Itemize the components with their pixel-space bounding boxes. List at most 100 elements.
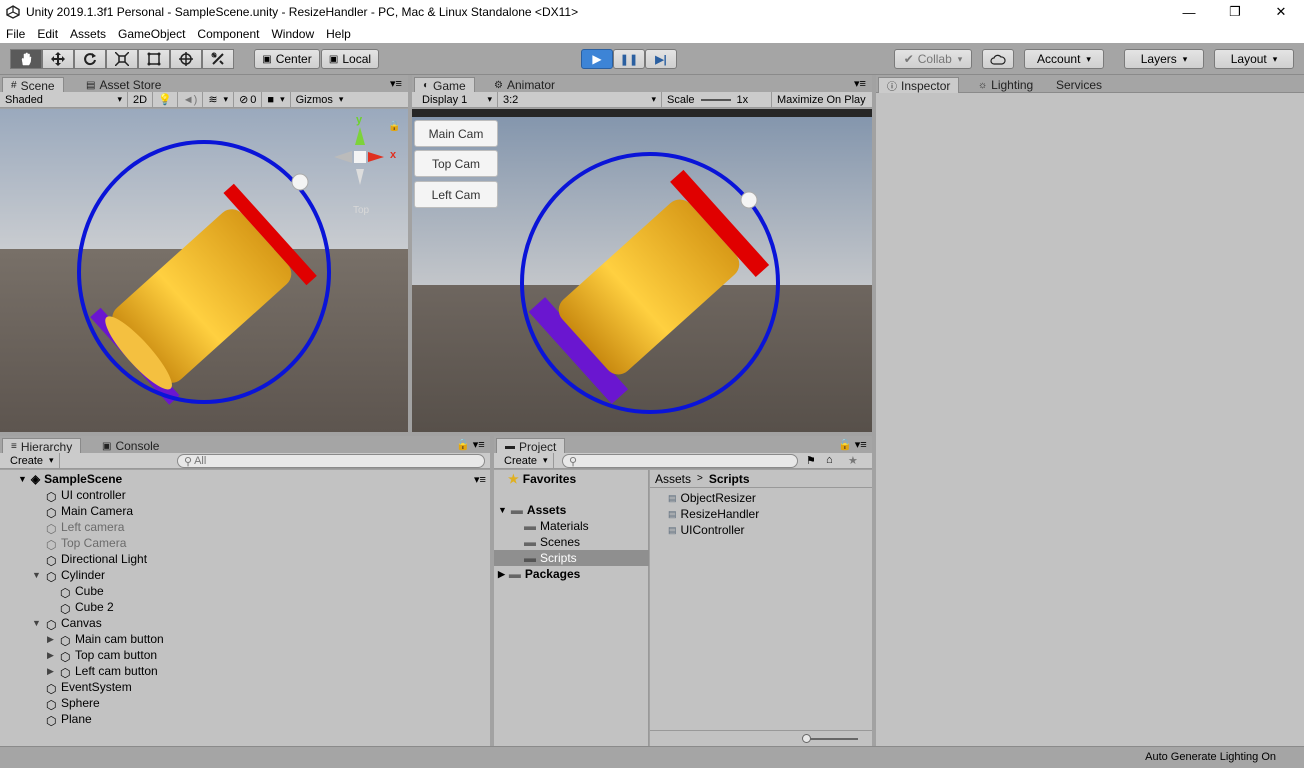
filter-label-icon[interactable]: ⌂: [826, 454, 833, 466]
project-panel-menu-icon[interactable]: 🔒 ▾≡: [838, 438, 867, 451]
collab-dropdown[interactable]: ✔ Collab: [894, 49, 972, 69]
scene-view[interactable]: y x Top 🔒: [0, 109, 408, 432]
tree-item-cylinder[interactable]: ⬡ Cylinder: [46, 567, 105, 584]
folder-scenes[interactable]: ▬ Scenes: [524, 534, 580, 550]
folder-materials[interactable]: ▬ Materials: [524, 518, 589, 534]
collapse-arrow-icon[interactable]: ▶: [47, 666, 54, 677]
audio-toggle[interactable]: ◄): [178, 91, 204, 108]
minimize-button[interactable]: —: [1166, 0, 1212, 24]
file-uicontroller[interactable]: ▤ UIController: [668, 522, 745, 538]
top-cam-button[interactable]: Top Cam: [414, 150, 498, 177]
scale-slider[interactable]: [700, 98, 731, 101]
menu-edit[interactable]: Edit: [31, 27, 64, 41]
hidden-objects-toggle[interactable]: ⊘ 0: [234, 91, 263, 108]
step-button[interactable]: ▶|: [645, 49, 677, 69]
transform-tool-button[interactable]: [170, 49, 202, 69]
expand-arrow-icon[interactable]: ▼: [32, 570, 41, 580]
breadcrumb-assets[interactable]: Assets: [655, 472, 691, 486]
pause-button[interactable]: ❚❚: [613, 49, 645, 69]
star-filter-icon[interactable]: ★: [848, 454, 858, 467]
scene-root-row[interactable]: ▼ ◈ SampleScene ▾≡: [4, 471, 488, 487]
main-cam-button[interactable]: Main Cam: [414, 120, 498, 147]
maximize-on-play-toggle[interactable]: Maximize On Play: [772, 92, 871, 108]
tree-item-cube[interactable]: ⬡ Cube: [60, 583, 104, 600]
play-button[interactable]: ▶: [581, 49, 613, 69]
cloud-button[interactable]: [982, 49, 1014, 69]
tree-item-directional-light[interactable]: ⬡ Directional Light: [46, 551, 147, 568]
space-local-button[interactable]: ▣ Local: [321, 49, 379, 69]
tree-item-top-camera[interactable]: ⬡ Top Camera: [46, 535, 126, 552]
icon-size-slider[interactable]: [804, 738, 858, 740]
menu-assets[interactable]: Assets: [64, 27, 112, 41]
close-button[interactable]: ✕: [1258, 0, 1304, 24]
expand-arrow-icon[interactable]: ▼: [32, 618, 41, 628]
menu-component[interactable]: Component: [191, 27, 265, 41]
tree-item-cube-2[interactable]: ⬡ Cube 2: [60, 599, 114, 616]
tree-item-plane[interactable]: ⬡ Plane: [46, 711, 92, 728]
layout-dropdown[interactable]: Layout: [1214, 49, 1294, 69]
gizmos-dropdown[interactable]: Gizmos: [291, 92, 349, 108]
tree-item-left-cam-button[interactable]: ⬡ Left cam button: [60, 663, 158, 680]
tree-item-main-camera[interactable]: ⬡ Main Camera: [46, 503, 133, 520]
lighting-toggle[interactable]: 💡: [153, 91, 178, 108]
move-tool-button[interactable]: [42, 49, 74, 69]
display-dropdown[interactable]: Display 1: [412, 91, 498, 108]
breadcrumb-scripts[interactable]: Scripts: [709, 472, 750, 486]
menu-gameobject[interactable]: GameObject: [112, 27, 191, 41]
favorites-row[interactable]: ★ Favorites: [508, 471, 576, 487]
custom-tool-icon: [211, 52, 224, 65]
lock-icon[interactable]: 🔒: [388, 120, 400, 132]
scale-tool-button[interactable]: [106, 49, 138, 69]
game-view[interactable]: Main Cam Top Cam Left Cam: [412, 109, 872, 432]
tree-item-eventsystem[interactable]: ⬡ EventSystem: [46, 679, 132, 696]
tree-item-label: Top cam button: [75, 648, 158, 662]
file-objectresizer[interactable]: ▤ ObjectResizer: [668, 490, 756, 506]
folder-scripts[interactable]: ▬ Scripts: [494, 550, 649, 566]
space-label: Local: [342, 52, 372, 66]
tab-services[interactable]: Services: [1048, 77, 1110, 93]
icon-size-slider-thumb[interactable]: [802, 734, 811, 743]
menu-help[interactable]: Help: [320, 27, 357, 41]
shading-dropdown[interactable]: Shaded: [0, 91, 128, 108]
tree-item-canvas[interactable]: ⬡ Canvas: [46, 615, 102, 632]
camera-dropdown[interactable]: ■: [262, 91, 291, 108]
effects-dropdown[interactable]: ≋: [203, 91, 235, 108]
hierarchy-search-placeholder: All: [194, 455, 207, 467]
game-panel-menu-icon[interactable]: ▾≡: [854, 77, 866, 90]
menu-window[interactable]: Window: [265, 27, 320, 41]
hierarchy-search-input[interactable]: ⚲ All: [177, 454, 485, 468]
tree-item-main-cam-button[interactable]: ⬡ Main cam button: [60, 631, 164, 648]
custom-tool-button[interactable]: [202, 49, 234, 69]
tab-lighting[interactable]: ☼ Lighting: [970, 77, 1041, 93]
account-dropdown[interactable]: Account: [1024, 49, 1104, 69]
tree-item-top-cam-button[interactable]: ⬡ Top cam button: [60, 647, 158, 664]
pivot-center-button[interactable]: ▣ Center: [254, 49, 320, 69]
tab-console[interactable]: ▣ Console: [94, 438, 167, 454]
collapse-arrow-icon[interactable]: ▶: [47, 634, 54, 645]
scale-control[interactable]: Scale 1x: [662, 91, 772, 108]
hand-tool-button[interactable]: [10, 49, 42, 69]
tree-item-sphere[interactable]: ⬡ Sphere: [46, 695, 100, 712]
scene-menu-icon[interactable]: ▾≡: [474, 473, 486, 486]
tree-item-ui-controller[interactable]: ⬡ UI controller: [46, 487, 126, 504]
menu-file[interactable]: File: [0, 27, 31, 41]
left-cam-button[interactable]: Left Cam: [414, 181, 498, 208]
tree-item-left-camera[interactable]: ⬡ Left camera: [46, 519, 124, 536]
filter-type-icon[interactable]: ⚑: [806, 454, 816, 467]
hierarchy-create-dropdown[interactable]: Create: [0, 452, 60, 469]
packages-row[interactable]: ▶ ▬ Packages: [498, 566, 580, 582]
hierarchy-panel-menu-icon[interactable]: 🔒 ▾≡: [456, 438, 485, 451]
panel-menu-icon[interactable]: ▾≡: [390, 77, 402, 90]
2d-toggle[interactable]: 2D: [128, 91, 154, 108]
project-search-input[interactable]: ⚲: [562, 454, 798, 468]
layers-dropdown[interactable]: Layers: [1124, 49, 1204, 69]
rect-tool-button[interactable]: [138, 49, 170, 69]
rotate-tool-button[interactable]: [74, 49, 106, 69]
tab-inspector[interactable]: ⓘ Inspector: [878, 77, 960, 93]
maximize-button[interactable]: ❐: [1212, 0, 1258, 24]
collapse-arrow-icon[interactable]: ▶: [47, 650, 54, 661]
project-create-dropdown[interactable]: Create: [494, 452, 554, 469]
aspect-dropdown[interactable]: 3:2: [498, 91, 662, 108]
file-resizehandler[interactable]: ▤ ResizeHandler: [668, 506, 759, 522]
assets-row[interactable]: ▼ ▬ Assets: [498, 502, 566, 518]
